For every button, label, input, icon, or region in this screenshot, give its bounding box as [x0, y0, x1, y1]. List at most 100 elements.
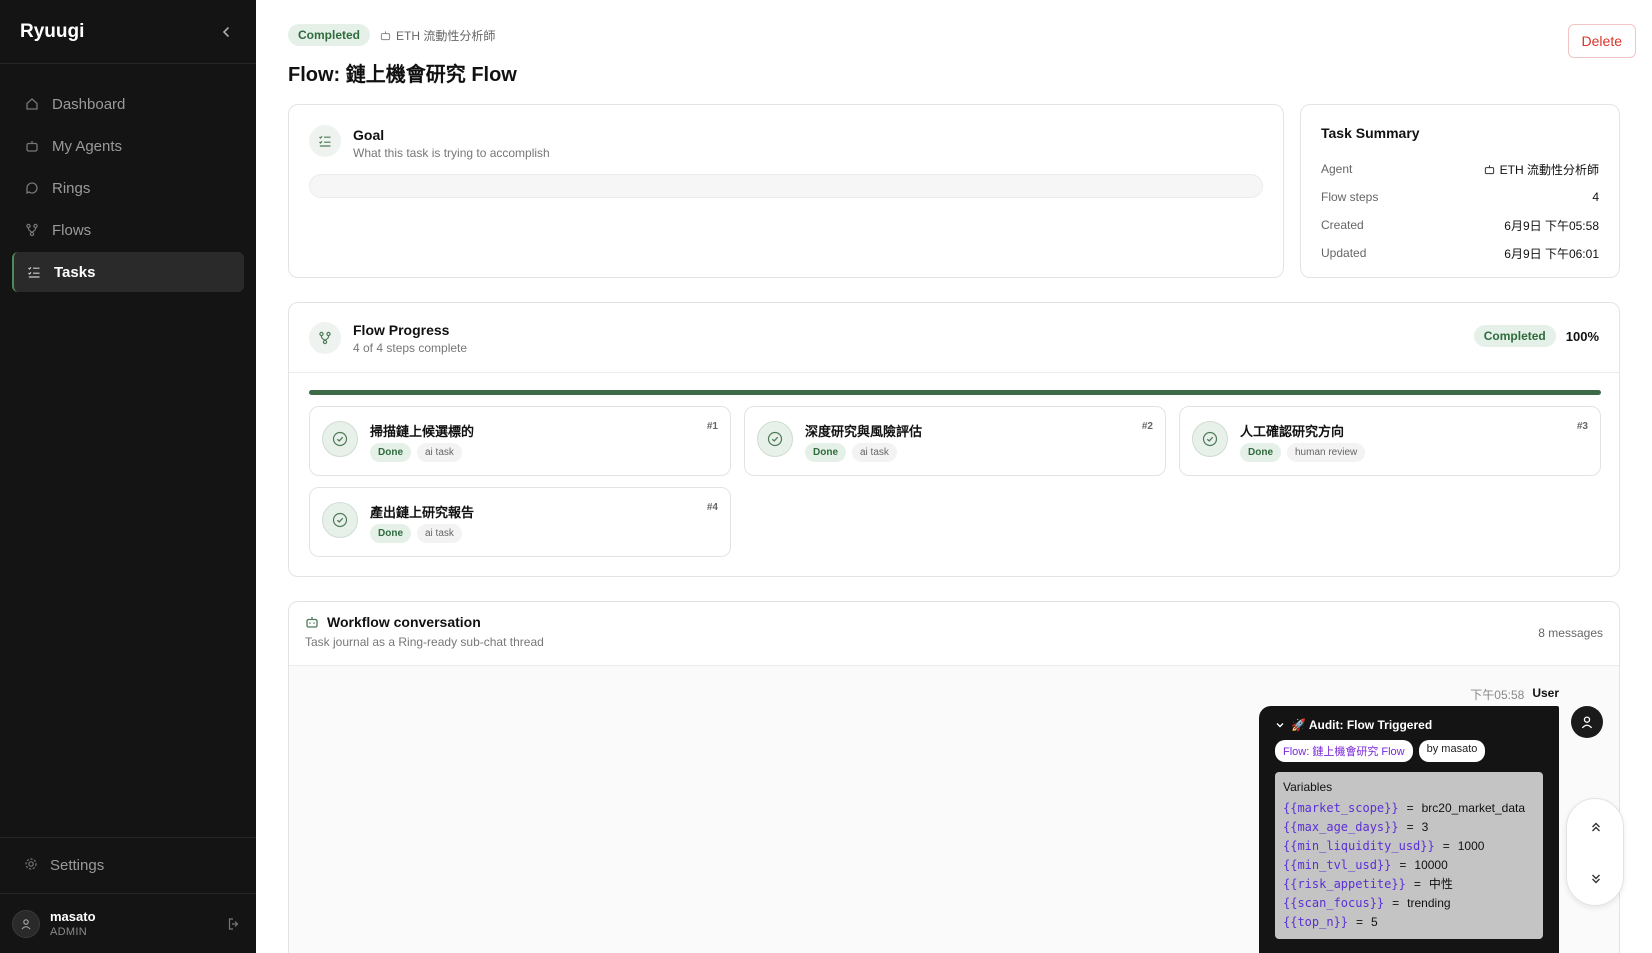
message-count: 8 messages — [1538, 626, 1603, 640]
summary-key: Updated — [1321, 246, 1367, 260]
summary-value: ETH 流動性分析師 — [1484, 161, 1599, 178]
summary-row-created: Created 6月9日 下午05:58 — [1321, 211, 1599, 239]
summary-key: Flow steps — [1321, 190, 1379, 204]
summary-agent-value: ETH 流動性分析師 — [1499, 162, 1599, 177]
flow-status-badge: Completed — [1473, 325, 1556, 347]
chat-icon — [24, 180, 40, 196]
step-status-badge: Done — [805, 443, 846, 462]
variable-value: 1000 — [1457, 838, 1485, 853]
gear-icon — [24, 857, 38, 875]
delete-button[interactable]: Delete — [1567, 24, 1636, 58]
check-circle-icon — [322, 502, 358, 538]
message-sender: User — [1532, 686, 1559, 700]
variable-row: {{scan_focus}} = trending — [1283, 895, 1451, 910]
variable-value: 中性 — [1428, 877, 1453, 891]
goal-card: Goal What this task is trying to accompl… — [288, 104, 1284, 278]
goal-title: Goal — [353, 127, 385, 143]
sidebar-item-flows[interactable]: Flows — [12, 210, 244, 250]
step-status-badge: Done — [370, 524, 411, 543]
variable-key: {{top_n}} — [1283, 914, 1349, 929]
chevron-down-icon — [1276, 723, 1284, 728]
conversation-subtitle: Task journal as a Ring-ready sub-chat th… — [305, 635, 544, 649]
summary-row-agent: Agent ETH 流動性分析師 — [1321, 155, 1599, 183]
workflow-conversation-card: Workflow conversation Task journal as a … — [288, 601, 1620, 953]
sidebar-item-label: Tasks — [54, 263, 96, 281]
flow-step-4[interactable]: 產出鏈上研究報告 #4 Done ai task — [309, 487, 731, 557]
flow-chip[interactable]: Flow: 鏈上機會研究 Flow — [1275, 740, 1413, 762]
scroll-controls — [1566, 798, 1624, 906]
variable-row: {{risk_appetite}} = 中性 — [1283, 876, 1453, 892]
flow-step-3[interactable]: 人工確認研究方向 #3 Done human review — [1179, 406, 1601, 476]
summary-key: Created — [1321, 218, 1364, 232]
step-status-badge: Done — [1240, 443, 1281, 462]
summary-title: Task Summary — [1321, 125, 1420, 141]
page-header: Completed ETH 流動性分析師 Flow: 鏈上機會研究 Flow D… — [288, 0, 1636, 100]
status-badge: Completed — [288, 24, 371, 46]
scroll-to-top-icon[interactable] — [1586, 817, 1606, 837]
user-role: ADMIN — [50, 926, 87, 938]
variable-row: {{max_age_days}} = 3 — [1283, 819, 1429, 834]
step-number: #2 — [1141, 421, 1153, 432]
sidebar-item-dashboard[interactable]: Dashboard — [12, 84, 244, 124]
flow-progress-title: Flow Progress — [353, 322, 450, 338]
header-meta: Completed ETH 流動性分析師 — [288, 24, 495, 46]
conversation-title: Workflow conversation — [327, 614, 481, 630]
sidebar-item-tasks[interactable]: Tasks — [12, 252, 244, 292]
header-agent[interactable]: ETH 流動性分析師 — [380, 27, 495, 44]
message-time: 下午05:58 — [1470, 688, 1525, 702]
flow-progress-header: Flow Progress 4 of 4 steps complete Comp… — [289, 303, 1619, 373]
avatar — [1571, 706, 1603, 738]
app-name: Ryuugi — [20, 20, 85, 42]
sidebar-item-rings[interactable]: Rings — [12, 168, 244, 208]
user-icon — [1581, 716, 1593, 729]
page-title: Flow: 鏈上機會研究 Flow — [288, 64, 517, 86]
flow-progress-card: Flow Progress 4 of 4 steps complete Comp… — [288, 302, 1620, 577]
conversation-body: 下午05:58 User 🚀 Audit: Flow Triggered Flo… — [289, 666, 1619, 953]
user-info: masato ADMIN — [50, 909, 96, 938]
scroll-to-bottom-icon[interactable] — [1586, 869, 1606, 889]
goal-text-field — [309, 174, 1263, 198]
step-number: #4 — [706, 502, 718, 513]
step-title: 深度研究與風險評估 — [805, 424, 923, 439]
header-agent-name: ETH 流動性分析師 — [396, 28, 496, 43]
flow-step-1[interactable]: 掃描鏈上候選標的 #1 Done ai task — [309, 406, 731, 476]
step-number: #1 — [706, 421, 718, 432]
check-circle-icon — [1192, 421, 1228, 457]
variable-key: {{max_age_days}} — [1283, 819, 1399, 834]
sidebar-nav: Dashboard My Agents Rings Flows Tasks — [0, 64, 256, 314]
variable-value: trending — [1407, 895, 1451, 910]
step-type-badge: ai task — [417, 524, 462, 543]
message-chips: Flow: 鏈上機會研究 Flow by masato — [1275, 740, 1543, 762]
bot-icon — [24, 138, 40, 154]
variable-row: {{top_n}} = 5 — [1283, 914, 1378, 929]
task-summary-card: Task Summary Agent ETH 流動性分析師 Flow steps… — [1300, 104, 1620, 278]
variable-key: {{min_liquidity_usd}} — [1283, 838, 1435, 853]
avatar[interactable] — [12, 909, 40, 938]
variable-value: 3 — [1421, 819, 1429, 834]
sidebar-item-my-agents[interactable]: My Agents — [12, 126, 244, 166]
variable-key: {{scan_focus}} — [1283, 895, 1385, 910]
flow-progress-subtitle: 4 of 4 steps complete — [353, 341, 468, 355]
step-tags: Done ai task — [805, 443, 897, 462]
message-title-row[interactable]: 🚀 Audit: Flow Triggered — [1275, 718, 1543, 732]
sidebar-item-label: Dashboard — [52, 95, 126, 113]
chevron-left-icon[interactable] — [216, 22, 236, 42]
conversation-title-row: Workflow conversation — [305, 614, 1603, 630]
sidebar-item-settings[interactable]: Settings — [0, 837, 256, 893]
sidebar-item-label: My Agents — [52, 137, 123, 155]
bot-icon — [1484, 164, 1494, 174]
step-type-badge: human review — [1287, 443, 1366, 462]
flow-icon — [309, 321, 341, 354]
step-type-badge: ai task — [852, 443, 897, 462]
flow-step-2[interactable]: 深度研究與風險評估 #2 Done ai task — [744, 406, 1166, 476]
conversation-header: Workflow conversation Task journal as a … — [289, 602, 1619, 666]
step-type-badge: ai task — [417, 443, 462, 462]
summary-value: 4 — [1592, 190, 1599, 204]
logout-icon[interactable] — [224, 914, 244, 934]
step-title: 人工確認研究方向 — [1240, 424, 1345, 439]
user-name: masato — [50, 909, 96, 924]
summary-value: 6月9日 下午06:01 — [1504, 246, 1599, 261]
sidebar-item-label: Flows — [52, 221, 92, 239]
flow-progress-bar — [309, 390, 1601, 395]
main-content: Completed ETH 流動性分析師 Flow: 鏈上機會研究 Flow D… — [256, 0, 1652, 953]
